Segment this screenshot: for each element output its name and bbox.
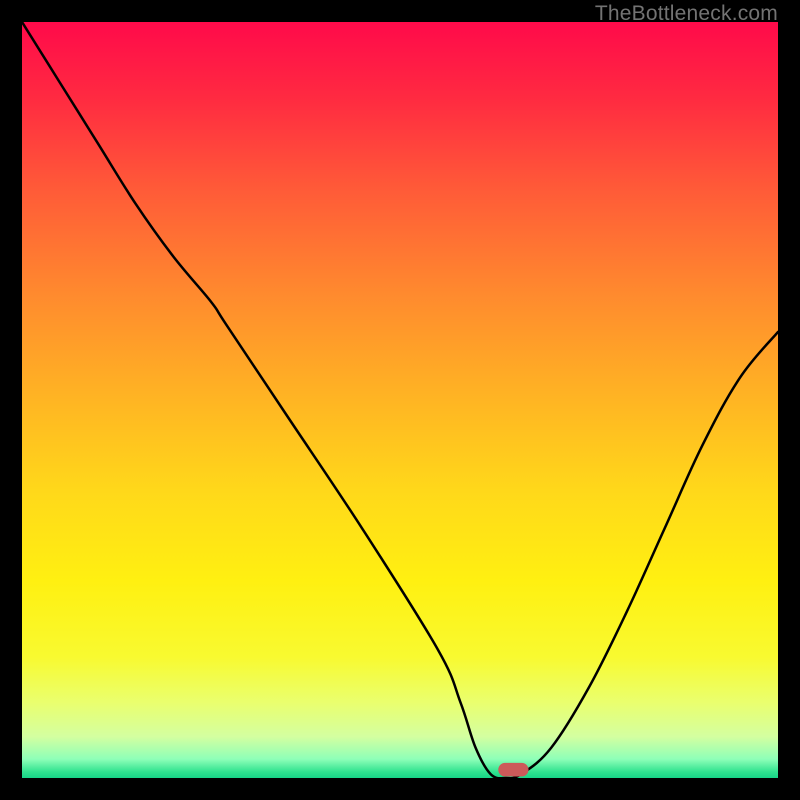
gradient-background — [22, 22, 778, 778]
bottleneck-chart — [22, 22, 778, 778]
watermark-text: TheBottleneck.com — [595, 2, 778, 26]
optimal-marker — [498, 763, 528, 777]
